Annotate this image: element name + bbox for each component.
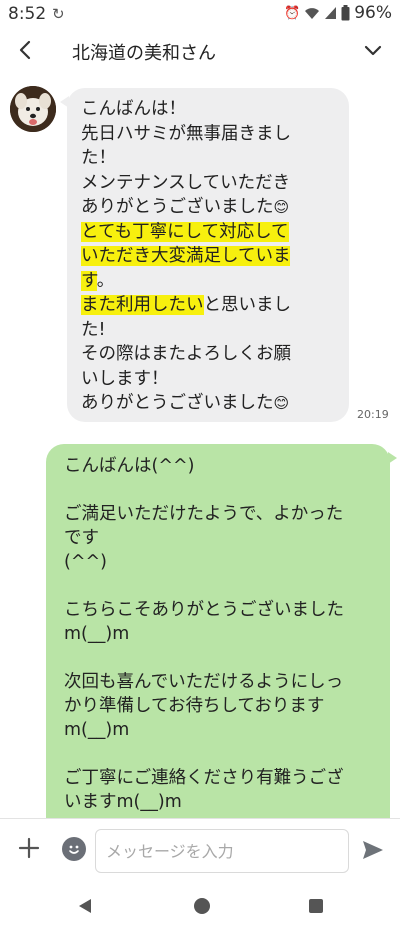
message-line: また利用したいと思いまし (81, 293, 339, 318)
message-line: 次回も喜んでいただけるようにしっ (64, 672, 344, 692)
smile-emoji-icon: 😊 (273, 198, 290, 216)
nav-back-icon[interactable] (77, 898, 93, 914)
chat-title[interactable]: 北海道の美和さん (72, 39, 216, 65)
message-text: と思いまし (203, 295, 292, 315)
message-line: こんばんは(^^) (64, 456, 195, 476)
highlighted-text: す (81, 270, 97, 291)
incoming-message-bubble[interactable]: こんばんは！ 先日ハサミが無事届きまし た！ メンテナンスしていただき ありがと… (60, 88, 349, 422)
nav-recents-icon[interactable] (309, 899, 323, 913)
message-line: いします！ (81, 368, 169, 389)
message-line: メンテナンスしていただき (81, 172, 291, 193)
message-line: (^^) (64, 552, 107, 572)
battery-percent: 96% (354, 3, 392, 23)
message-line: ご満足いただけたようで、よかった (64, 504, 344, 524)
message-line: その際はまたよろしくお願 (81, 344, 291, 364)
send-icon[interactable] (361, 839, 385, 861)
message-line (64, 646, 380, 670)
highlighted-text: いただき大変満足していま (81, 246, 291, 266)
chat-header: 北海道の美和さん (0, 28, 400, 74)
message-text: 。 (96, 270, 115, 291)
smile-emoji-icon: 😊 (273, 394, 290, 412)
chevron-down-icon[interactable] (358, 36, 388, 66)
message-line: す。 (81, 269, 339, 294)
smile-face-glyph (69, 845, 79, 854)
message-line: ご丁寧にご連絡くださり有難うござ (64, 768, 344, 788)
battery-icon (341, 5, 350, 21)
alarm-icon: ⏰ (284, 5, 301, 21)
nav-home-icon[interactable] (194, 898, 210, 914)
status-bar: 8:52 ↻ ⏰ 96% (0, 0, 400, 28)
message-input-bar (0, 818, 400, 881)
highlighted-text: また利用したい (81, 295, 204, 315)
avatar[interactable] (10, 86, 56, 132)
message-line: こちらこそありがとうございました (64, 600, 344, 620)
message-line (64, 742, 380, 766)
signal-icon (325, 7, 337, 19)
chat-area[interactable]: こんばんは！ 先日ハサミが無事届きまし た！ メンテナンスしていただき ありがと… (0, 74, 400, 818)
message-line-with-emoji: ありがとうございました😊 (81, 195, 339, 220)
message-line: m(__)m (64, 720, 130, 740)
dog-avatar-image (10, 86, 56, 132)
message-line: た! (81, 319, 106, 340)
plus-icon[interactable] (16, 835, 42, 861)
wifi-icon (305, 8, 320, 19)
message-line: いただき大変満足していま (81, 244, 339, 269)
status-time: 8:52 (8, 4, 47, 24)
message-timestamp: 20:19 (357, 408, 389, 421)
message-line: た！ (81, 148, 116, 168)
message-text: ありがとうございました (81, 197, 274, 217)
message-line: かり準備してお待ちしております (64, 696, 325, 716)
message-line (64, 478, 380, 502)
message-line-with-emoji: ありがとうございました😊 (81, 391, 339, 416)
message-line: とても丁寧にして対応して (81, 220, 339, 245)
message-input[interactable] (95, 829, 349, 873)
message-text: ありがとうございました (81, 393, 274, 413)
chevron-left-icon[interactable] (10, 34, 42, 66)
message-line: こんばんは！ (81, 99, 186, 119)
message-line: m(__)m (64, 624, 130, 644)
message-line: 先日ハサミが無事届きまし (81, 123, 291, 144)
outgoing-message-bubble[interactable]: こんばんは(^^) ご満足いただけたようで、よかった です (^^) こちらこそ… (46, 444, 397, 818)
smile-icon[interactable] (62, 837, 86, 861)
status-icons: ⏰ 96% (284, 3, 392, 23)
system-nav-bar (0, 880, 400, 932)
message-line (64, 574, 380, 598)
sync-icon: ↻ (52, 5, 65, 23)
highlighted-text: とても丁寧にして対応して (81, 221, 289, 242)
message-line: いますm(__)m (64, 792, 182, 812)
message-line: です (64, 528, 99, 548)
